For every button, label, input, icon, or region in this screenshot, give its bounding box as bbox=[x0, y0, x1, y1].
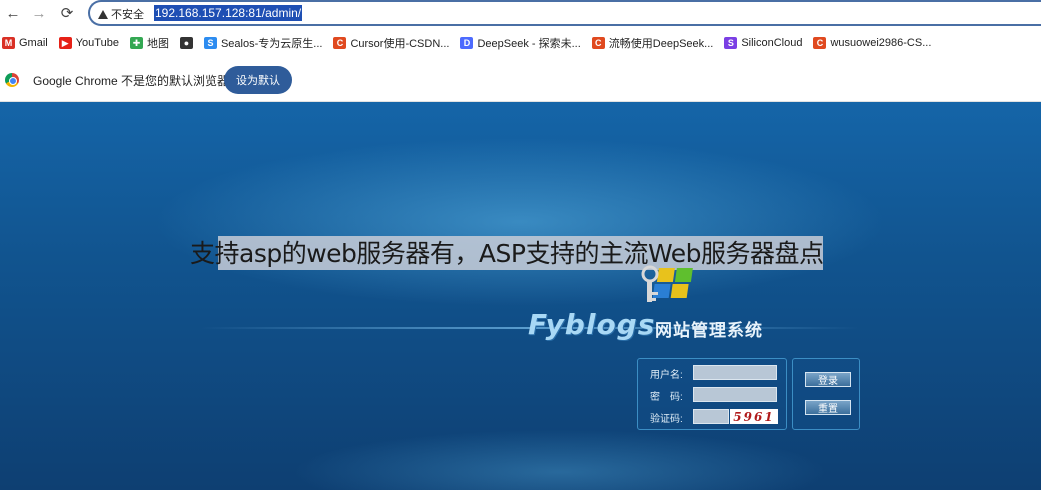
forward-arrow-icon: → bbox=[31, 4, 47, 22]
brand-subtitle: 网站管理系统 bbox=[655, 321, 763, 340]
bookmark-label: 地图 bbox=[146, 38, 169, 50]
bookmark-label: DeepSeek - 探索未... bbox=[477, 38, 581, 50]
reset-button[interactable]: 重置 bbox=[805, 400, 851, 415]
keys-logo-icon bbox=[641, 265, 693, 302]
login-button[interactable]: 登录 bbox=[805, 372, 851, 387]
password-label: 密 码: bbox=[650, 392, 683, 403]
bookmark-item[interactable]: ✚ 地图 bbox=[129, 35, 169, 51]
security-label: 不安全 bbox=[111, 9, 144, 21]
bookmark-label: 流畅使用DeepSeek... bbox=[608, 38, 714, 50]
globe-icon: ● bbox=[179, 37, 193, 49]
username-label: 用户名: bbox=[650, 370, 683, 381]
warning-icon bbox=[98, 9, 108, 19]
csdn-icon: C bbox=[333, 37, 347, 49]
username-input[interactable] bbox=[693, 365, 777, 380]
bookmark-label: YouTube bbox=[75, 37, 119, 49]
bookmark-label: Gmail bbox=[19, 37, 48, 49]
security-indicator[interactable]: 不安全 bbox=[98, 6, 144, 22]
set-default-button[interactable]: 设为默认 bbox=[224, 66, 292, 94]
bookmark-item[interactable]: C 流畅使用DeepSeek... bbox=[591, 35, 714, 51]
siliconcloud-icon: S bbox=[724, 37, 738, 49]
login-actions: 登录 重置 bbox=[792, 358, 860, 430]
bookmark-label: Cursor使用-CSDN... bbox=[350, 38, 450, 50]
bookmark-item[interactable]: D DeepSeek - 探索未... bbox=[460, 35, 581, 51]
bookmark-item[interactable]: Cwusuowei2986-CS... bbox=[813, 37, 931, 49]
bookmarks-bar: M Gmail ▶ YouTube ✚ 地图 ● S Sealos-专为云原生... C Curso… bbox=[0, 30, 1041, 56]
reload-icon: ⟳ bbox=[60, 5, 74, 22]
admin-login-page: 支持asp的web服务器有，ASP支持的主流Web服务器盘点 Fyblogs 网… bbox=[0, 102, 1041, 490]
bookmark-item[interactable]: S Sealos-专为云原生... bbox=[203, 35, 323, 51]
bookmark-item[interactable]: S SiliconCloud bbox=[724, 37, 802, 49]
deepseek-icon: D bbox=[460, 37, 474, 49]
back-arrow-icon: ← bbox=[5, 4, 21, 22]
address-bar[interactable]: 不安全 192.168.157.128:81/admin/ bbox=[88, 0, 1041, 26]
password-input[interactable] bbox=[693, 387, 777, 402]
default-browser-infobar: Google Chrome 不是您的默认浏览器 设为默认 bbox=[0, 58, 1041, 102]
login-form: 用户名: 密 码: 验证码: 5961 bbox=[637, 358, 787, 430]
csdn-icon: C bbox=[591, 37, 605, 49]
address-bar-row: ← → ⟳ 不安全 192.168.157.128:81/admin/ bbox=[0, 0, 1041, 27]
chrome-logo-icon bbox=[5, 73, 19, 87]
bookmark-label: SiliconCloud bbox=[741, 37, 803, 49]
infobar-message: Google Chrome 不是您的默认浏览器 bbox=[33, 74, 230, 88]
csdn-icon: C bbox=[813, 37, 827, 49]
reload-button[interactable]: ⟳ bbox=[56, 2, 78, 24]
bookmark-label: wusuowei2986-CS... bbox=[830, 37, 932, 49]
url-text[interactable]: 192.168.157.128:81/admin/ bbox=[154, 5, 303, 21]
bookmark-item[interactable]: ▶ YouTube bbox=[58, 37, 119, 49]
bookmark-label: Sealos-专为云原生... bbox=[220, 38, 323, 50]
captcha-input[interactable] bbox=[693, 409, 729, 424]
forward-button[interactable]: → bbox=[28, 2, 50, 24]
brand-logo-text: Fyblogs bbox=[528, 308, 656, 341]
back-button[interactable]: ← bbox=[2, 2, 24, 24]
bookmark-item[interactable]: M Gmail bbox=[2, 37, 48, 49]
maps-icon: ✚ bbox=[129, 37, 143, 49]
overlay-caption: 支持asp的web服务器有，ASP支持的主流Web服务器盘点 bbox=[190, 239, 824, 268]
sealos-icon: S bbox=[203, 37, 217, 49]
bookmark-item[interactable]: C Cursor使用-CSDN... bbox=[333, 35, 449, 51]
bookmark-item[interactable]: ● bbox=[179, 37, 193, 49]
captcha-image[interactable]: 5961 bbox=[730, 409, 778, 424]
youtube-icon: ▶ bbox=[58, 37, 72, 49]
captcha-label: 验证码: bbox=[650, 414, 683, 425]
gmail-icon: M bbox=[2, 37, 15, 49]
